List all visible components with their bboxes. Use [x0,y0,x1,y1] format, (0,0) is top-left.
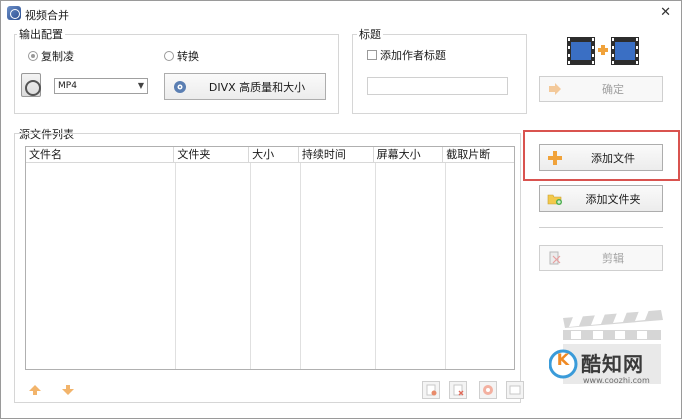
column-divider [175,163,176,369]
confirm-label: 确定 [602,83,624,96]
arrow-right-icon [546,81,564,97]
app-icon [7,6,21,20]
copy-mode-radio[interactable]: 复制凌 [28,48,74,64]
output-config-label: 输出配置 [17,26,65,42]
up-arrow-icon[interactable] [28,383,42,397]
add-author-label: 添加作者标题 [380,49,446,62]
title-group [352,34,527,114]
disc-icon [171,79,189,95]
column-divider [375,163,376,369]
merge-film-icon [567,37,639,65]
column-divider [445,163,446,369]
add-clip-tool-button[interactable] [422,381,440,399]
watermark-url: www.coozhi.com [583,376,650,385]
convert-label: 转换 [177,50,199,63]
radio-indicator [28,51,38,61]
column-header[interactable]: 截取片断 [443,147,514,163]
radio-indicator [164,51,174,61]
profile-label: DIVX 高质量和大小 [208,80,306,94]
confirm-button[interactable]: 确定 [539,76,663,102]
title-bar: 视频合并 ✕ [1,1,681,27]
remove-clip-tool-button[interactable] [449,381,467,399]
column-header[interactable]: 文件名 [26,147,175,163]
add-file-label: 添加文件 [591,151,635,165]
add-folder-label: 添加文件夹 [585,192,641,206]
convert-radio[interactable]: 转换 [164,48,199,64]
down-arrow-icon[interactable] [61,383,75,397]
copy-mode-label: 复制凌 [41,50,74,63]
cut-label: 剪辑 [602,252,624,265]
separator [539,227,663,228]
column-header[interactable]: 屏幕大小 [374,147,444,163]
watermark: K 酷知网 www.coozhi.com [549,306,669,396]
column-header[interactable]: 持续时间 [299,147,374,163]
add-file-button[interactable]: 添加文件 [539,144,663,171]
source-file-table[interactable]: 文件名 文件夹 大小 持续时间 屏幕大小 截取片断 [25,146,515,370]
author-title-input[interactable] [367,77,508,95]
column-divider [300,163,301,369]
clear-tool-button[interactable] [479,381,497,399]
coozhi-logo-letter: K [556,350,570,369]
close-button[interactable]: ✕ [660,5,671,21]
column-header[interactable]: 大小 [249,147,299,163]
format-icon [21,73,41,97]
column-divider [250,163,251,369]
checkbox-box [367,50,377,60]
add-author-checkbox[interactable]: 添加作者标题 [367,47,446,63]
format-select[interactable]: MP4 ▼ [54,78,148,94]
table-body [26,163,514,369]
table-header: 文件名 文件夹 大小 持续时间 屏幕大小 截取片断 [26,147,514,163]
add-folder-button[interactable]: 添加文件夹 [539,185,663,212]
main-window: 视频合并 ✕ 输出配置 复制凌 转换 MP4 ▼ DIVX 高质量和大小 标题 … [0,0,682,419]
plus-icon [546,150,564,166]
title-group-label: 标题 [357,26,383,42]
folder-add-icon [546,191,564,207]
profile-button[interactable]: DIVX 高质量和大小 [164,73,326,100]
column-header[interactable]: 文件夹 [174,147,250,163]
format-value: MP4 [58,81,77,91]
cut-icon [546,250,564,266]
window-title: 视频合并 [25,9,69,22]
chevron-down-icon: ▼ [137,81,144,90]
settings-tool-button[interactable] [506,381,524,399]
cut-button[interactable]: 剪辑 [539,245,663,271]
watermark-brand-name: 酷知网 [581,352,644,376]
